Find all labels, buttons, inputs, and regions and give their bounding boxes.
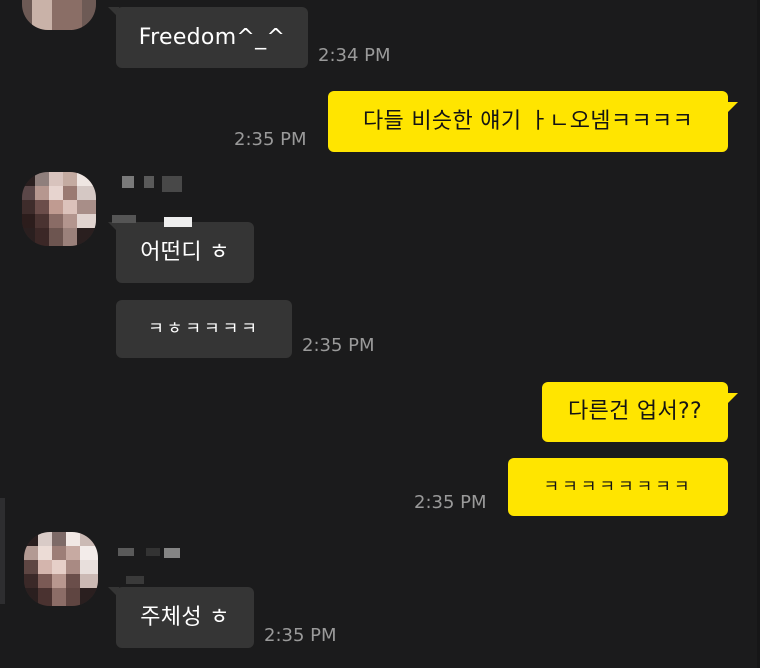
message-bubble[interactable]: 다들 비슷한 얘기 ㅏㄴ오넴ㅋㅋㅋㅋ [328,91,728,152]
avatar[interactable] [22,0,96,30]
sender-name-redacted [112,215,200,229]
message-text: ㅋㅋㅋㅋㅋㅋㅋㅋ [543,477,693,497]
sender-name-redacted [118,548,188,562]
message-text: 주체성 ㅎ [140,604,230,630]
message-bubble[interactable]: ㅋㅎㅋㅋㅋㅋ [116,300,292,358]
message-bubble[interactable]: 어떤디 ㅎ [116,222,254,283]
message-text: 다른건 업서?? [568,399,702,424]
message-timestamp: 2:34 PM [318,45,391,66]
message-bubble[interactable]: 다른건 업서?? [542,382,728,442]
avatar[interactable] [22,172,96,246]
message-bubble[interactable]: 주체성 ㅎ [116,587,254,648]
message-text: ㅋㅎㅋㅋㅋㅋ [148,319,260,339]
message-timestamp: 2:35 PM [302,335,375,356]
bubble-tail [727,393,738,404]
message-timestamp: 2:35 PM [234,129,307,150]
avatar[interactable] [24,532,98,606]
message-timestamp: 2:35 PM [264,625,337,646]
message-text: 다들 비슷한 얘기 ㅏㄴ오넴ㅋㅋㅋㅋ [363,108,693,134]
scrollbar-track[interactable] [0,498,5,604]
message-bubble[interactable]: ㅋㅋㅋㅋㅋㅋㅋㅋ [508,458,728,516]
sender-name-redacted [118,176,188,192]
message-bubble[interactable]: Freedom^_^ [116,7,308,68]
message-text: 어떤디 ㅎ [140,239,230,265]
bubble-tail [727,102,738,113]
message-timestamp: 2:35 PM [414,492,487,513]
message-text: Freedom^_^ [138,24,286,50]
